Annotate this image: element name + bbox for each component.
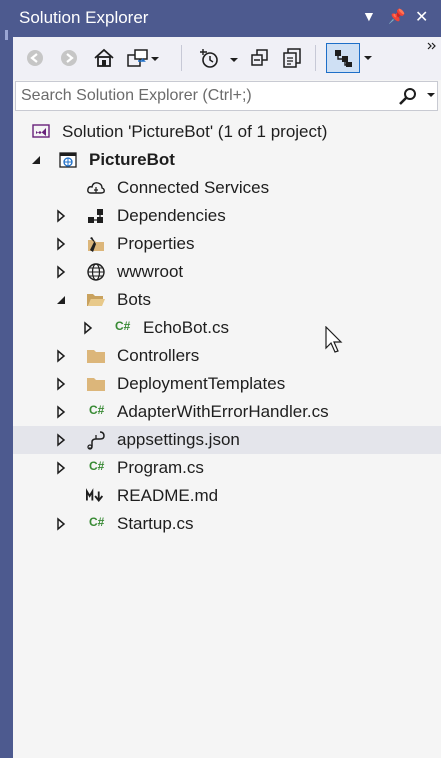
web-project-icon xyxy=(59,152,77,168)
csharp-file-icon: C# xyxy=(89,515,105,529)
show-all-files-button[interactable] xyxy=(279,43,305,73)
cloud-icon xyxy=(87,182,105,194)
tree-item-connected-services[interactable]: Connected Services xyxy=(13,174,441,202)
tree-item-dependencies[interactable]: Dependencies xyxy=(13,202,441,230)
expanded-arrow-icon[interactable] xyxy=(30,153,42,167)
tree-item-label: Bots xyxy=(117,290,152,309)
tree-item-properties[interactable]: Properties xyxy=(13,230,441,258)
tree-item-label: Properties xyxy=(117,234,195,253)
tree-item-echobot[interactable]: C# EchoBot.cs xyxy=(13,314,441,342)
home-button[interactable] xyxy=(91,43,117,73)
tree-item-controllers[interactable]: Controllers xyxy=(13,342,441,370)
csharp-file-icon: C# xyxy=(115,319,131,333)
collapsed-arrow-icon[interactable] xyxy=(82,321,94,335)
tree-item-label: EchoBot.cs xyxy=(143,318,229,337)
window-position-dropdown-icon[interactable]: ▼ xyxy=(362,8,376,24)
forward-arrow-icon xyxy=(61,50,77,66)
json-file-icon xyxy=(87,431,105,450)
home-icon xyxy=(94,48,114,67)
folder-open-icon xyxy=(87,294,105,306)
collapsed-arrow-icon[interactable] xyxy=(55,349,67,363)
toolbar xyxy=(13,37,441,80)
tree-item-label: PictureBot xyxy=(89,150,175,169)
tree-item-solution[interactable]: Solution 'PictureBot' (1 of 1 project) xyxy=(13,118,441,146)
dock-tab-marker xyxy=(5,30,8,40)
toolbar-separator xyxy=(181,45,182,71)
switch-views-icon xyxy=(127,49,159,67)
tree-item-startup[interactable]: C# Startup.cs xyxy=(13,510,441,538)
csharp-file-icon: C# xyxy=(89,459,105,473)
tree-item-adapter-with-error-handler[interactable]: C# AdapterWithErrorHandler.cs xyxy=(13,398,441,426)
tree-item-label: README.md xyxy=(117,486,219,505)
chevron-down-icon xyxy=(364,56,372,60)
wrench-folder-icon xyxy=(88,237,104,252)
tree-item-label: DeploymentTemplates xyxy=(117,374,286,393)
tree-item-label: Controllers xyxy=(117,346,200,365)
tree-item-label: Connected Services xyxy=(117,178,270,197)
collapsed-arrow-icon[interactable] xyxy=(55,433,67,447)
tree-item-deployment-templates[interactable]: DeploymentTemplates xyxy=(13,370,441,398)
toolbar-separator xyxy=(315,45,316,71)
collapsed-arrow-icon[interactable] xyxy=(55,209,67,223)
collapse-all-icon xyxy=(251,49,268,66)
dependencies-icon xyxy=(88,209,103,223)
tree-item-label: wwwroot xyxy=(117,262,184,281)
tree-item-appsettings[interactable]: appsettings.json xyxy=(13,426,441,454)
back-button[interactable] xyxy=(23,43,47,73)
toolbar-overflow-button[interactable] xyxy=(425,37,439,55)
search-options-dropdown-icon[interactable] xyxy=(426,92,436,100)
markdown-file-icon xyxy=(86,488,104,503)
forward-button[interactable] xyxy=(57,43,81,73)
tree-item-label: Startup.cs xyxy=(117,514,194,533)
tree-item-label: Solution 'PictureBot' (1 of 1 project) xyxy=(62,122,328,141)
mouse-pointer-icon xyxy=(325,326,343,353)
sync-with-active-document-button[interactable] xyxy=(247,43,273,73)
pending-changes-filter-button[interactable] xyxy=(193,43,239,73)
clock-filter-icon xyxy=(200,49,238,68)
search-box[interactable] xyxy=(15,81,438,111)
search-input[interactable] xyxy=(16,82,391,110)
collapsed-arrow-icon[interactable] xyxy=(55,405,67,419)
hierarchy-icon xyxy=(335,50,352,67)
tree-item-label: Program.cs xyxy=(117,458,204,477)
tree-item-readme[interactable]: README.md xyxy=(13,482,441,510)
close-icon[interactable]: ✕ xyxy=(415,7,428,27)
search-icon[interactable] xyxy=(398,87,418,107)
csharp-file-icon: C# xyxy=(89,403,105,417)
folder-icon xyxy=(87,378,105,391)
collapsed-arrow-icon[interactable] xyxy=(55,461,67,475)
switch-views-button[interactable] xyxy=(125,43,161,73)
tree-item-bots[interactable]: Bots xyxy=(13,286,441,314)
tree-item-project[interactable]: PictureBot xyxy=(13,146,441,174)
overflow-chevron-icon xyxy=(427,42,436,50)
solution-explorer-panel: Solution Explorer ▼ 📌 ✕ Search Solution … xyxy=(13,0,441,758)
visual-studio-solution-icon xyxy=(32,124,50,138)
collapsed-arrow-icon[interactable] xyxy=(55,377,67,391)
folder-icon xyxy=(87,350,105,363)
tree-item-program[interactable]: C# Program.cs xyxy=(13,454,441,482)
pin-icon[interactable]: 📌 xyxy=(388,8,405,25)
panel-title: Solution Explorer xyxy=(19,8,149,27)
left-dock-strip xyxy=(0,0,13,758)
collapsed-arrow-icon[interactable] xyxy=(55,517,67,531)
tree-item-label: Dependencies xyxy=(117,206,226,225)
tree-item-label: appsettings.json xyxy=(117,430,240,449)
tree-item-wwwroot[interactable]: wwwroot xyxy=(13,258,441,286)
tree-item-label: AdapterWithErrorHandler.cs xyxy=(117,402,329,421)
collapsed-arrow-icon[interactable] xyxy=(55,237,67,251)
collapsed-arrow-icon[interactable] xyxy=(55,265,67,279)
preview-selected-items-toggle[interactable] xyxy=(326,43,360,73)
title-bar: Solution Explorer ▼ 📌 ✕ xyxy=(13,0,441,37)
globe-icon xyxy=(87,263,105,281)
expanded-arrow-icon[interactable] xyxy=(55,293,67,307)
show-all-files-icon xyxy=(283,48,301,68)
back-arrow-icon xyxy=(27,50,43,66)
preview-dropdown-button[interactable] xyxy=(361,43,375,73)
